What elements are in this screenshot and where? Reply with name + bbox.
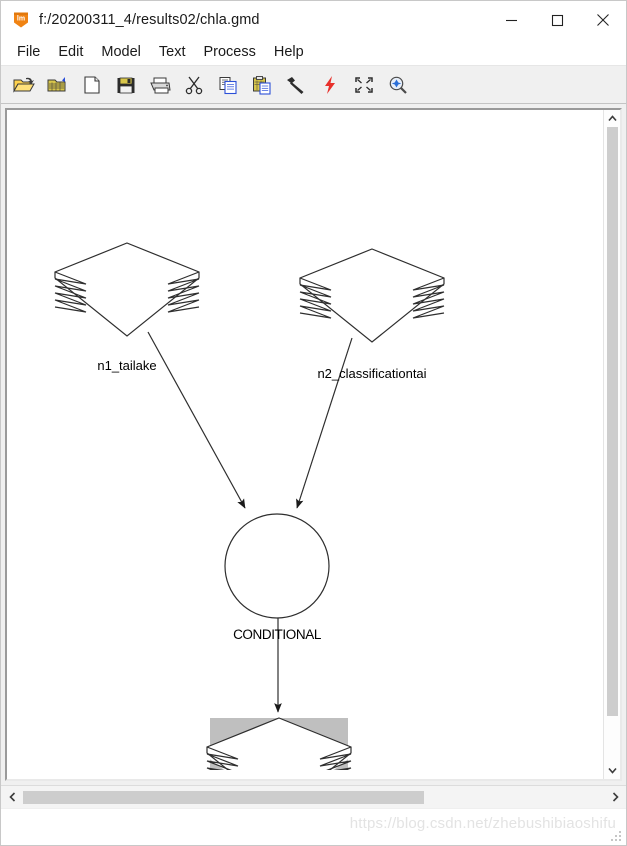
scroll-up-button[interactable] [604,110,620,127]
fit-to-window-icon [355,76,373,93]
raster-stack-icon [299,248,445,343]
new-file-button[interactable] [75,70,109,100]
menu-item-text[interactable]: Text [151,42,194,62]
scroll-right-button[interactable] [604,786,626,808]
node-label: n2_classificationtai [317,366,426,381]
function-circle-icon [224,513,330,619]
maximize-icon [551,14,563,26]
copy-icon [219,76,237,94]
open-model-button[interactable] [7,70,41,100]
menu-bar: File Edit Model Text Process Help [1,39,626,66]
open-folder-button[interactable] [41,70,75,100]
model-graph: n1_tailake n2_classificationtai CONDITIO… [54,242,445,770]
window-controls [488,1,626,39]
maximize-button[interactable] [534,1,580,39]
zoom-icon [389,76,407,94]
zoom-button[interactable] [381,70,415,100]
close-icon [597,14,609,26]
node-n1-tailake[interactable]: n1_tailake [54,242,200,373]
scroll-left-button[interactable] [1,786,23,808]
chevron-right-icon [612,792,619,802]
horizontal-scroll-thumb[interactable] [23,790,424,804]
cut-icon [185,76,203,94]
node-n2-classificationtai[interactable]: n2_classificationtai [299,248,445,381]
chevron-down-icon [607,767,617,774]
window-title: f:/20200311_4/results02/chla.gmd [39,12,260,28]
application-window: lm f:/20200311_4/results02/chla.gmd File… [0,0,627,846]
vertical-scroll-track[interactable] [604,716,620,762]
horizontal-scroll-track[interactable] [23,786,604,808]
open-folder-icon [47,76,66,91]
scroll-down-button[interactable] [604,762,620,779]
canvas-frame: n1_tailake n2_classificationtai CONDITIO… [5,108,622,781]
minimize-button[interactable] [488,1,534,39]
fit-to-window-button[interactable] [347,70,381,100]
print-icon [150,77,171,93]
node-label: CONDITIONAL [233,627,322,642]
open-model-icon [13,77,35,93]
raster-stack-icon [54,242,200,337]
node-label: n1_tailake [97,358,156,373]
svg-text:lm: lm [17,16,25,23]
watermark-text: https://blog.csdn.net/zhebushibiaoshifu [349,815,616,832]
menu-item-process[interactable]: Process [195,42,263,62]
edge-n1-to-conditional [147,331,246,509]
save-icon [117,77,135,93]
lm-shield-icon: lm [12,11,30,29]
vertical-scrollbar[interactable] [603,110,620,779]
resize-grip-icon[interactable] [610,830,623,843]
save-button[interactable] [109,70,143,100]
minimize-icon [505,19,517,21]
menu-item-file[interactable]: File [9,42,48,62]
menu-item-model[interactable]: Model [93,42,149,62]
chevron-up-icon [607,115,617,122]
model-diagram-canvas[interactable]: n1_tailake n2_classificationtai CONDITIO… [7,110,603,779]
hammer-icon [287,76,304,94]
paste-button[interactable] [245,70,279,100]
node-n4-chla[interactable]: n4_chla [206,717,352,770]
copy-button[interactable] [211,70,245,100]
edge-n2-to-conditional [296,337,353,509]
canvas-area: n1_tailake n2_classificationtai CONDITIO… [1,104,626,785]
menu-item-help[interactable]: Help [266,42,312,62]
vertical-scroll-thumb[interactable] [607,127,618,716]
cut-button[interactable] [177,70,211,100]
print-button[interactable] [143,70,177,100]
title-bar: lm f:/20200311_4/results02/chla.gmd [1,1,626,39]
run-button[interactable] [313,70,347,100]
paste-icon [253,75,271,95]
close-button[interactable] [580,1,626,39]
hammer-button[interactable] [279,70,313,100]
status-strip: https://blog.csdn.net/zhebushibiaoshifu [1,808,626,845]
new-file-icon [84,75,100,94]
menu-item-edit[interactable]: Edit [50,42,91,62]
toolbar [1,66,626,104]
node-conditional[interactable]: CONDITIONAL [224,513,330,642]
horizontal-scrollbar[interactable] [1,785,626,808]
lightning-icon [325,75,335,94]
chevron-left-icon [8,792,15,802]
